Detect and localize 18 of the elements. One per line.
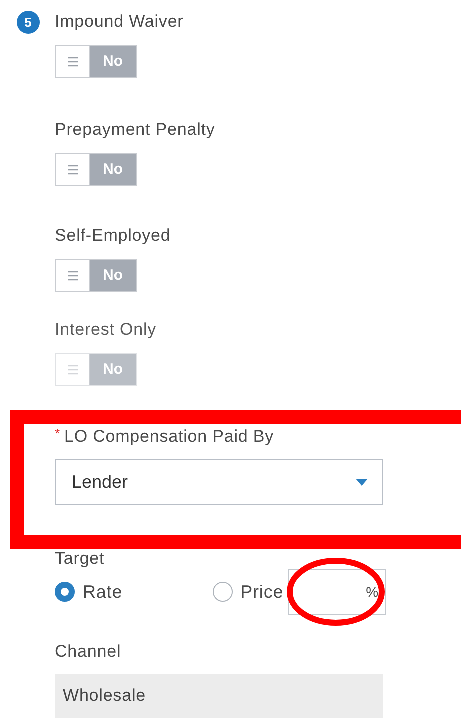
dropdown-field[interactable]: Lender (55, 459, 383, 505)
percent-field[interactable]: % (288, 569, 386, 615)
step-number: 5 (17, 11, 40, 34)
radio-option[interactable]: Price (212, 582, 284, 602)
required-marker: * (55, 427, 60, 440)
field-label: Channel (55, 642, 122, 662)
grip-icon (66, 270, 78, 282)
grip-icon (66, 164, 78, 176)
field-label: LO Compensation Paid By (64, 427, 274, 447)
grip-icon (66, 56, 78, 68)
toggle-label: Impound Waiver (55, 12, 184, 32)
field-label: Target (55, 549, 105, 569)
toggle-label: Prepayment Penalty (55, 120, 216, 140)
toggle-label: Self-Employed (55, 226, 171, 246)
radio-option[interactable]: Rate (55, 582, 123, 602)
grip-icon (66, 364, 78, 376)
toggle-label: Interest Only (55, 320, 157, 340)
caret-icon (356, 478, 368, 486)
